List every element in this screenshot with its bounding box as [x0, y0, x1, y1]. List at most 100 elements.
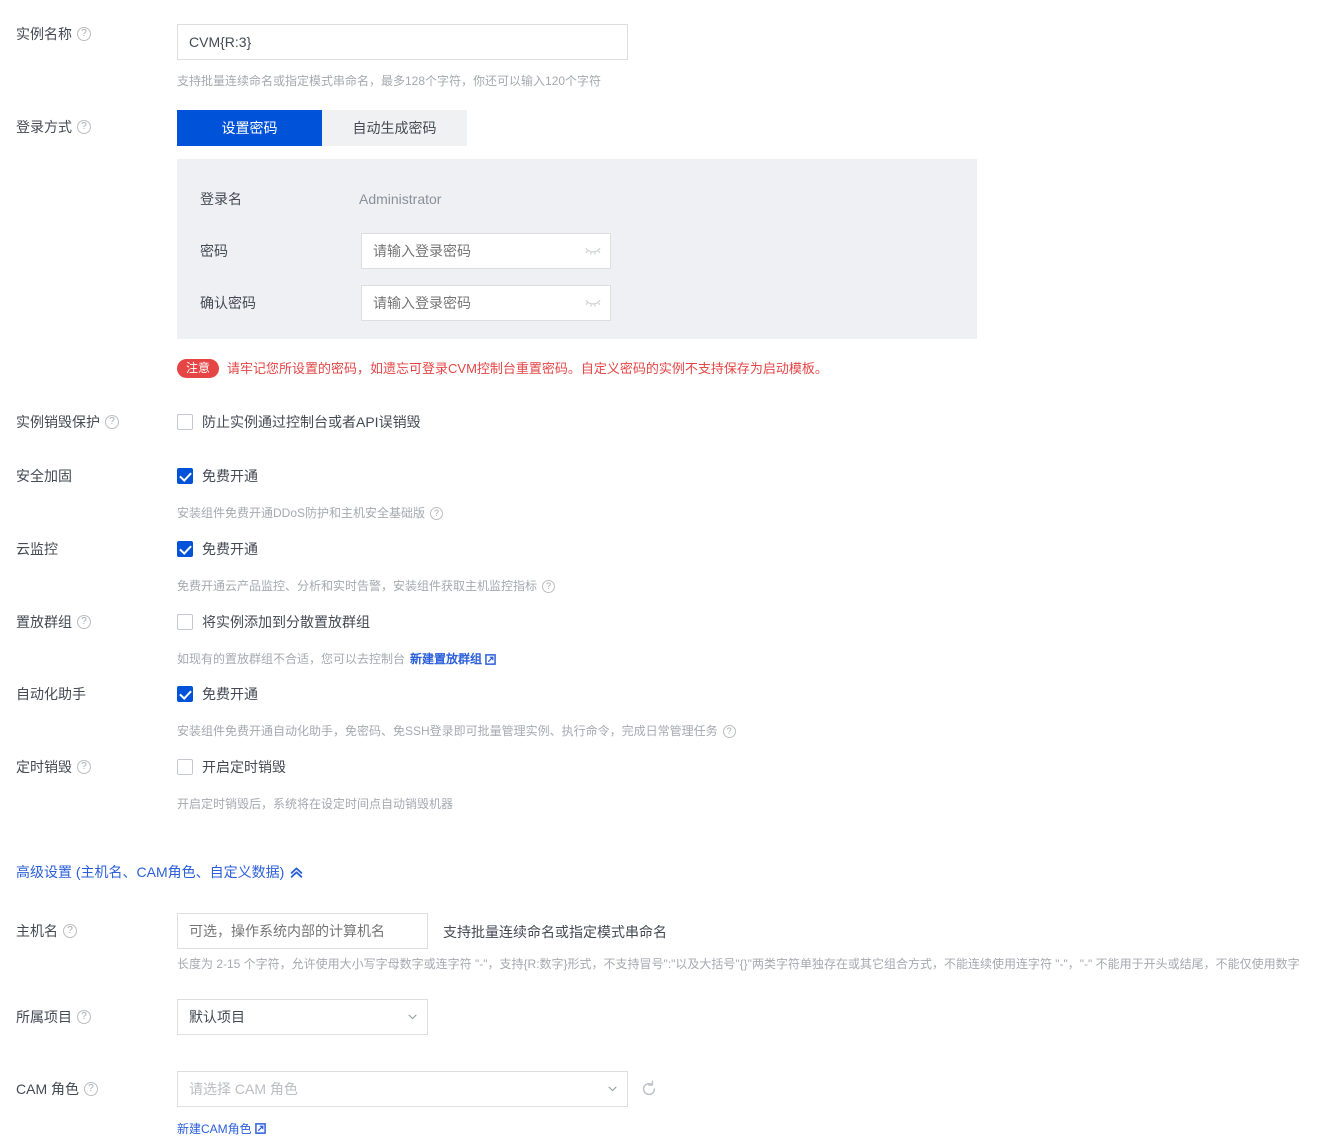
- security-hardening-checkbox-row[interactable]: 免费开通: [177, 466, 443, 486]
- scheduled-destroy-checkbox-row[interactable]: 开启定时销毁: [177, 757, 453, 777]
- external-link-icon: [254, 1123, 266, 1134]
- create-cam-role-link[interactable]: 新建CAM角色: [177, 1120, 266, 1136]
- project-field: 默认项目: [177, 999, 428, 1035]
- credentials-panel: 登录名 Administrator 密码 确认密码: [177, 159, 977, 339]
- cloud-monitor-hint: 免费开通云产品监控、分析和实时告警，安装组件获取主机监控指标 ?: [177, 577, 556, 595]
- login-mode-label-text: 登录方式: [16, 119, 72, 135]
- scheduled-destroy-label-text: 定时销毁: [16, 759, 72, 775]
- chevron-down-icon: [408, 1014, 417, 1020]
- security-hardening-checkbox[interactable]: [177, 468, 193, 484]
- question-circle-icon[interactable]: ?: [542, 579, 556, 593]
- login-mode-set-password-button[interactable]: 设置密码: [177, 110, 322, 146]
- automation-assistant-checkbox-label: 免费开通: [202, 686, 258, 702]
- placement-group-hint-text: 如现有的置放群组不合适，您可以去控制台: [177, 652, 406, 666]
- login-mode-label: 登录方式 ?: [16, 117, 91, 137]
- username-value: Administrator: [359, 191, 442, 207]
- question-circle-icon[interactable]: ?: [77, 120, 91, 134]
- confirm-password-field: [361, 285, 611, 321]
- confirm-password-label: 确认密码: [200, 295, 256, 311]
- cloud-monitor-field: 免费开通 免费开通云产品监控、分析和实时告警，安装组件获取主机监控指标 ?: [177, 539, 556, 595]
- scheduled-destroy-field: 开启定时销毁 开启定时销毁后，系统将在设定时间点自动销毁机器: [177, 757, 453, 813]
- hostname-input[interactable]: [177, 913, 428, 949]
- destroy-protection-checkbox-row[interactable]: 防止实例通过控制台或者API误销毁: [177, 412, 421, 432]
- instance-config-form: 实例名称 ? 支持批量连续命名或指定模式串命名，最多128个字符，你还可以输入1…: [0, 0, 1332, 1136]
- question-circle-icon[interactable]: ?: [77, 27, 91, 41]
- confirm-password-input[interactable]: [361, 285, 611, 321]
- password-input[interactable]: [361, 233, 611, 269]
- scheduled-destroy-checkbox[interactable]: [177, 759, 193, 775]
- hostname-field: [177, 913, 428, 949]
- eye-closed-icon[interactable]: [585, 296, 601, 310]
- security-hardening-label-text: 安全加固: [16, 468, 72, 484]
- status-badge: 注意: [177, 359, 220, 378]
- question-circle-icon[interactable]: ?: [77, 615, 91, 629]
- instance-name-field: 支持批量连续命名或指定模式串命名，最多128个字符，你还可以输入120个字符: [177, 24, 628, 90]
- question-circle-icon[interactable]: ?: [430, 506, 444, 520]
- placement-group-checkbox[interactable]: [177, 614, 193, 630]
- create-placement-group-link[interactable]: 新建置放群组: [410, 650, 496, 668]
- security-hardening-label: 安全加固: [16, 466, 72, 486]
- placement-group-field: 将实例添加到分散置放群组 如现有的置放群组不合适，您可以去控制台 新建置放群组: [177, 612, 496, 668]
- question-circle-icon[interactable]: ?: [84, 1082, 98, 1096]
- project-select[interactable]: 默认项目: [177, 999, 428, 1035]
- automation-assistant-checkbox[interactable]: [177, 686, 193, 702]
- eye-closed-icon[interactable]: [585, 244, 601, 258]
- advanced-settings-label: 高级设置 (主机名、CAM角色、自定义数据): [16, 864, 285, 880]
- refresh-icon[interactable]: [640, 1080, 658, 1098]
- cloud-monitor-label-text: 云监控: [16, 541, 58, 557]
- automation-assistant-hint-text: 安装组件免费开通自动化助手，免密码、免SSH登录即可批量管理实例、执行命令，完成…: [177, 724, 718, 738]
- cloud-monitor-checkbox[interactable]: [177, 541, 193, 557]
- destroy-protection-checkbox[interactable]: [177, 414, 193, 430]
- instance-name-label: 实例名称 ?: [16, 24, 91, 44]
- placement-group-hint: 如现有的置放群组不合适，您可以去控制台 新建置放群组: [177, 650, 496, 668]
- advanced-settings-toggle[interactable]: 高级设置 (主机名、CAM角色、自定义数据): [16, 862, 303, 882]
- placement-group-label-text: 置放群组: [16, 614, 72, 630]
- chevron-up-icon: [291, 866, 303, 878]
- project-label: 所属项目 ?: [16, 1007, 91, 1027]
- automation-assistant-label: 自动化助手: [16, 684, 86, 704]
- password-notice: 注意 请牢记您所设置的密码，如遗忘可登录CVM控制台重置密码。自定义密码的实例不…: [177, 359, 828, 378]
- instance-name-hint: 支持批量连续命名或指定模式串命名，最多128个字符，你还可以输入120个字符: [177, 74, 602, 88]
- destroy-protection-label: 实例销毁保护 ?: [16, 412, 119, 432]
- chevron-down-icon: [608, 1086, 617, 1092]
- question-circle-icon[interactable]: ?: [77, 760, 91, 774]
- question-circle-icon[interactable]: ?: [77, 1010, 91, 1024]
- automation-assistant-field: 免费开通 安装组件免费开通自动化助手，免密码、免SSH登录即可批量管理实例、执行…: [177, 684, 736, 740]
- security-hardening-checkbox-label: 免费开通: [202, 468, 258, 484]
- placement-group-checkbox-label: 将实例添加到分散置放群组: [202, 614, 370, 630]
- hostname-side-hint: 支持批量连续命名或指定模式串命名: [443, 924, 667, 940]
- cloud-monitor-label: 云监控: [16, 539, 58, 559]
- username-label: 登录名: [200, 191, 242, 207]
- password-notice-text: 请牢记您所设置的密码，如遗忘可登录CVM控制台重置密码。自定义密码的实例不支持保…: [227, 360, 828, 376]
- hostname-label: 主机名 ?: [16, 921, 77, 941]
- login-mode-auto-password-button[interactable]: 自动生成密码: [322, 110, 467, 146]
- cam-role-label: CAM 角色 ?: [16, 1079, 98, 1099]
- question-circle-icon[interactable]: ?: [105, 415, 119, 429]
- password-label: 密码: [200, 243, 228, 259]
- security-hardening-hint-text: 安装组件免费开通DDoS防护和主机安全基础版: [177, 506, 426, 520]
- placement-group-label: 置放群组 ?: [16, 612, 91, 632]
- external-link-icon: [485, 653, 496, 665]
- security-hardening-hint: 安装组件免费开通DDoS防护和主机安全基础版 ?: [177, 504, 444, 522]
- scheduled-destroy-checkbox-label: 开启定时销毁: [202, 759, 286, 775]
- scheduled-destroy-hint: 开启定时销毁后，系统将在设定时间点自动销毁机器: [177, 797, 454, 811]
- question-circle-icon[interactable]: ?: [722, 724, 736, 738]
- security-hardening-field: 免费开通 安装组件免费开通DDoS防护和主机安全基础版 ?: [177, 466, 444, 522]
- destroy-protection-checkbox-label: 防止实例通过控制台或者API误销毁: [202, 414, 421, 430]
- instance-name-label-text: 实例名称: [16, 26, 72, 42]
- destroy-protection-label-text: 实例销毁保护: [16, 414, 100, 430]
- cloud-monitor-checkbox-row[interactable]: 免费开通: [177, 539, 555, 559]
- create-placement-group-link-text: 新建置放群组: [410, 652, 483, 666]
- cam-role-select[interactable]: 请选择 CAM 角色: [177, 1071, 628, 1107]
- automation-assistant-label-text: 自动化助手: [16, 686, 86, 702]
- create-cam-role-link-text: 新建CAM角色: [177, 1122, 252, 1136]
- cam-role-label-text: CAM 角色: [16, 1081, 79, 1097]
- project-label-text: 所属项目: [16, 1009, 72, 1025]
- placement-group-checkbox-row[interactable]: 将实例添加到分散置放群组: [177, 612, 496, 632]
- question-circle-icon[interactable]: ?: [63, 924, 77, 938]
- cloud-monitor-checkbox-label: 免费开通: [202, 541, 258, 557]
- cam-role-field: 请选择 CAM 角色 新建CAM角色: [177, 1071, 656, 1136]
- automation-assistant-checkbox-row[interactable]: 免费开通: [177, 684, 736, 704]
- instance-name-input[interactable]: [177, 24, 628, 60]
- hostname-label-text: 主机名: [16, 923, 58, 939]
